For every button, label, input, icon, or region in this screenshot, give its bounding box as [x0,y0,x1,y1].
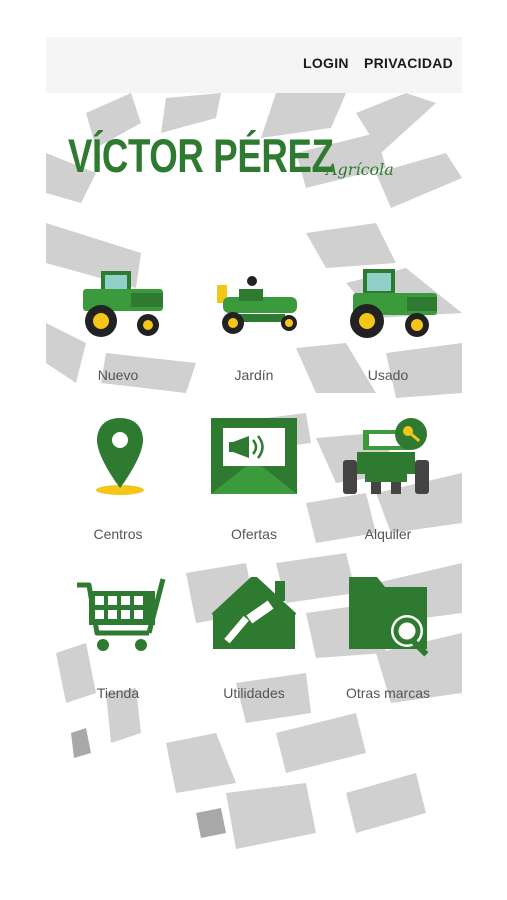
app-screen: LOGIN PRIVACIDAD VÍCTOR PÉREZ Agrícola N… [46,37,462,849]
location-pin-icon [96,418,144,495]
folder-search-icon [349,577,429,657]
menu-item-label: Jardín [234,367,274,383]
menu-item-otras-marcas[interactable]: Otras marcas [323,577,453,717]
rental-tractor-key-icon [343,418,429,494]
menu-item-ofertas[interactable]: Ofertas [189,418,319,558]
menu-item-label: Tienda [96,685,140,701]
lawn-tractor-icon [217,276,297,334]
menu-item-label: Alquiler [364,526,412,542]
menu-item-tienda[interactable]: Tienda [53,577,183,717]
menu-item-label: Otras marcas [345,685,430,701]
company-logo: VÍCTOR PÉREZ Agrícola [68,132,408,179]
menu-item-label: Utilidades [223,685,285,701]
menu-item-centros[interactable]: Centros [53,418,183,558]
menu-item-label: Centros [93,526,143,542]
shopping-cart-icon [77,578,166,651]
logo-tagline: Agrícola [326,160,394,179]
logo-wordmark: VÍCTOR PÉREZ [68,129,334,182]
new-tractor-icon [83,271,163,337]
menu-item-label: Ofertas [231,526,277,542]
used-tractor-icon [350,269,437,338]
login-link[interactable]: LOGIN [303,55,349,71]
menu-item-alquiler[interactable]: Alquiler [323,418,453,558]
menu-item-usado[interactable]: Usado [323,259,453,399]
menu-item-label: Usado [367,367,409,383]
privacy-link[interactable]: PRIVACIDAD [364,55,453,71]
menu-item-nuevo[interactable]: Nuevo [53,259,183,399]
menu-item-utilidades[interactable]: Utilidades [189,577,319,717]
tools-house-icon [211,577,297,649]
offers-envelope-icon [211,418,297,494]
top-navigation-bar: LOGIN PRIVACIDAD [46,37,462,93]
menu-item-label: Nuevo [97,367,139,383]
menu-item-jardin[interactable]: Jardín [189,259,319,399]
